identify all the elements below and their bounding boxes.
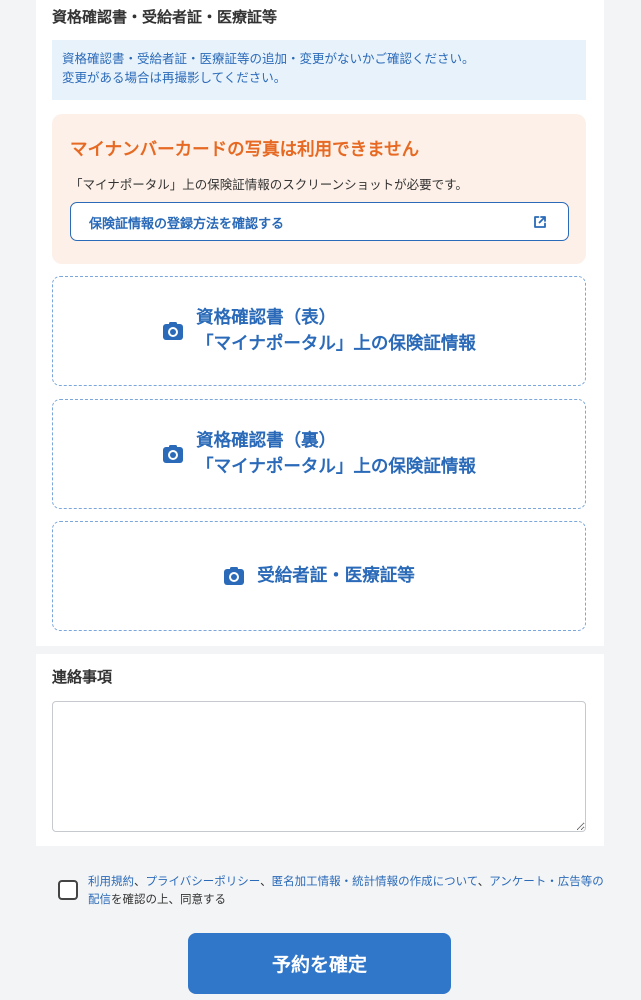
insurance-registration-link-button[interactable]: 保険証情報の登録方法を確認する — [70, 202, 569, 241]
upload-medical-certificate-label: 受給者証・医療証等 — [257, 563, 415, 589]
agreement-sep3: 、 — [477, 874, 490, 888]
agreement-checkbox[interactable] — [58, 880, 78, 900]
camera-icon — [163, 322, 184, 340]
update-notice-line1: 資格確認書・受給者証・医療証等の追加・変更がないかご確認ください。 — [62, 51, 475, 66]
mynumber-warning: マイナンバーカードの写真は利用できません 「マイナポータル」上の保険証情報のスク… — [52, 114, 586, 264]
confirm-reservation-button[interactable]: 予約を確定 — [188, 933, 451, 994]
warning-text: 「マイナポータル」上の保険証情報のスクリーンショットが必要です。 — [70, 177, 468, 192]
agreement-suffix: を確認の上、同意する — [111, 892, 226, 906]
upload-qualification-front-label: 資格確認書（表） 「マイナポータル」上の保険証情報 — [196, 305, 476, 357]
agreement-row: 利用規約、プライバシーポリシー、匿名加工情報・統計情報の作成について、アンケート… — [58, 872, 604, 912]
upload-back-line2: 「マイナポータル」上の保険証情報 — [196, 457, 476, 477]
agreement-sep2: 、 — [260, 874, 272, 888]
upload-medical-line1: 受給者証・医療証等 — [257, 566, 415, 586]
update-notice: 資格確認書・受給者証・医療証等の追加・変更がないかご確認ください。 変更がある場… — [52, 40, 586, 100]
upload-qualification-front[interactable]: 資格確認書（表） 「マイナポータル」上の保険証情報 — [52, 276, 586, 386]
upload-qualification-back-label: 資格確認書（裏） 「マイナポータル」上の保険証情報 — [196, 428, 476, 480]
agreement-text: 利用規約、プライバシーポリシー、匿名加工情報・統計情報の作成について、アンケート… — [88, 872, 608, 908]
external-link-icon — [534, 216, 546, 228]
upload-front-line1: 資格確認書（表） — [196, 308, 337, 328]
notes-heading: 連絡事項 — [52, 668, 113, 686]
upload-front-line2: 「マイナポータル」上の保険証情報 — [196, 334, 476, 354]
camera-icon — [224, 567, 245, 585]
upload-medical-certificate[interactable]: 受給者証・医療証等 — [52, 521, 586, 631]
privacy-policy-link[interactable]: プライバシーポリシー — [146, 874, 261, 888]
anonymized-info-link[interactable]: 匿名加工情報・統計情報の作成について — [272, 874, 478, 888]
documents-heading: 資格確認書・受給者証・医療証等 — [52, 8, 278, 26]
notes-textarea[interactable] — [52, 701, 586, 832]
upload-qualification-back[interactable]: 資格確認書（裏） 「マイナポータル」上の保険証情報 — [52, 399, 586, 509]
terms-link[interactable]: 利用規約 — [88, 874, 134, 888]
agreement-sep1: 、 — [134, 874, 146, 888]
warning-title: マイナンバーカードの写真は利用できません — [70, 140, 420, 160]
insurance-registration-link-label: 保険証情報の登録方法を確認する — [89, 217, 285, 232]
camera-icon — [163, 445, 184, 463]
update-notice-line2: 変更がある場合は再撮影してください。 — [62, 70, 287, 85]
upload-back-line1: 資格確認書（裏） — [196, 431, 337, 451]
